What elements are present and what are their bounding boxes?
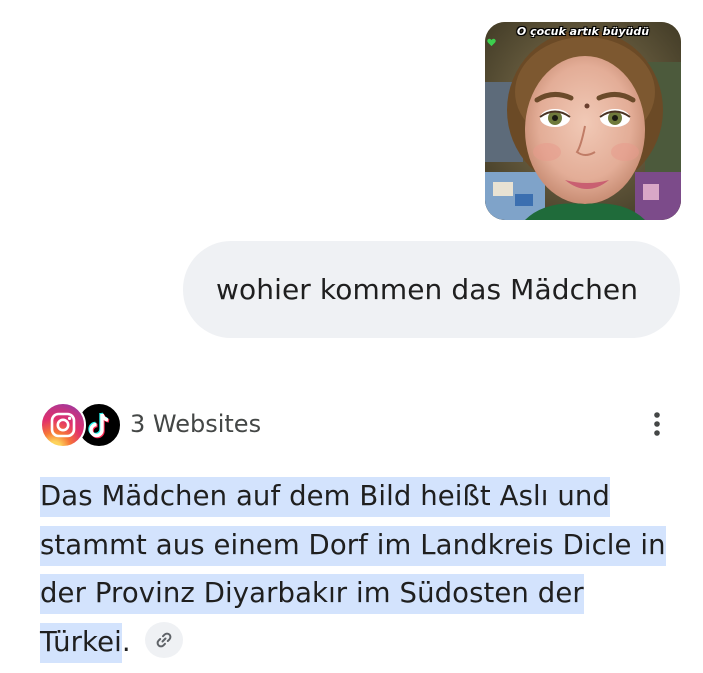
answer-period: . (121, 625, 131, 658)
green-heart-icon (487, 38, 496, 47)
link-icon (156, 632, 172, 647)
answer-text: Das Mädchen auf dem Bild heißt (40, 480, 500, 512)
source-icons[interactable] (40, 402, 122, 448)
source-link-button[interactable] (144, 621, 183, 658)
girl-photo (485, 22, 681, 220)
answer-district: Dicle (562, 528, 632, 561)
answer-province: Diyarbakır (203, 577, 348, 609)
more-options-button[interactable] (642, 406, 672, 442)
answer-name: Aslı (499, 480, 549, 512)
instagram-icon (40, 402, 86, 448)
answer-country: Türkei (40, 625, 122, 658)
image-caption: O çocuk artık büyüdü (485, 25, 681, 47)
user-message-bubble: wohier kommen das Mädchen (183, 241, 680, 338)
sources-label[interactable]: 3 Websites (130, 410, 261, 438)
image-caption-text: O çocuk artık büyüdü (516, 25, 650, 38)
user-message-text: wohier kommen das Mädchen (216, 273, 639, 306)
user-uploaded-image[interactable]: O çocuk artık büyüdü (485, 22, 681, 220)
answer-text: im Südosten der (347, 577, 584, 609)
highlighted-answer: Das Mädchen auf dem Bild heißt Aslı und … (40, 477, 666, 663)
assistant-answer: Das Mädchen auf dem Bild heißt Aslı und … (40, 472, 680, 666)
chat-page: O çocuk artık büyüdü wohier kommen das M… (0, 0, 703, 673)
more-vert-icon (654, 412, 660, 436)
sources-row[interactable]: 3 Websites (40, 402, 672, 448)
